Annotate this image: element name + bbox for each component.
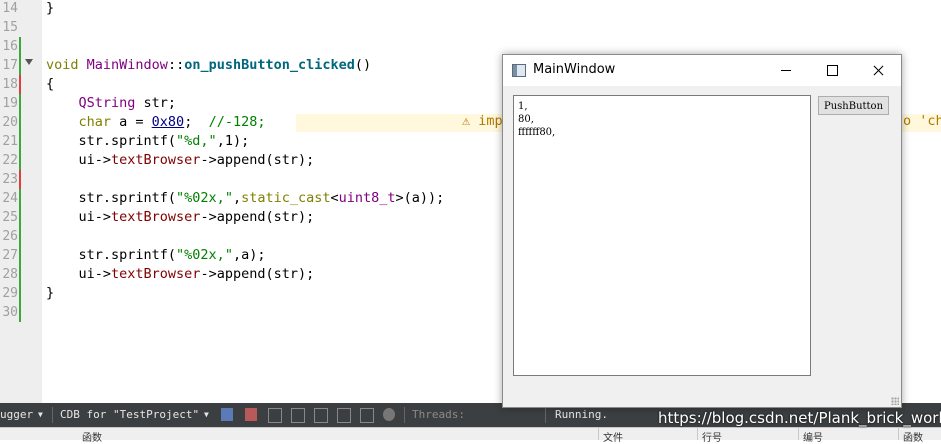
line-number[interactable]: 30 <box>0 303 18 322</box>
column-header-function-2[interactable]: 函数 <box>903 429 923 444</box>
change-marker <box>19 284 21 303</box>
change-marker <box>19 94 21 113</box>
code-line[interactable]: ui->textBrowser->append(str); <box>46 151 315 170</box>
separator <box>598 428 599 440</box>
line-number[interactable]: 14 <box>0 0 18 18</box>
code-line[interactable]: str.sprintf("%02x,",a); <box>46 246 266 265</box>
debug-start-icon[interactable] <box>221 408 233 421</box>
push-button[interactable]: PushButton <box>818 96 889 115</box>
engine-selector[interactable]: CDB for "TestProject" <box>60 408 199 421</box>
threads-label: Threads: <box>412 408 465 421</box>
minimize-button[interactable] <box>763 55 809 86</box>
column-header-line[interactable]: 行号 <box>702 429 722 444</box>
restart-icon[interactable] <box>337 408 351 423</box>
text-browser-line: ffffff80, <box>518 127 556 138</box>
separator <box>798 428 799 440</box>
line-number[interactable]: 15 <box>0 18 18 37</box>
column-header-number[interactable]: 编号 <box>803 429 823 444</box>
code-line[interactable]: } <box>46 0 54 18</box>
operate-icon[interactable] <box>360 408 374 423</box>
separator <box>545 407 546 423</box>
line-number[interactable]: 27 <box>0 246 18 265</box>
warning-text-right: o 'ch <box>903 113 941 129</box>
code-line[interactable]: str.sprintf("%02x,",static_cast<uint8_t>… <box>46 189 445 208</box>
code-line[interactable]: { <box>46 75 54 94</box>
main-window: MainWindow 1, 80, ffffff80, PushButton <box>502 54 902 408</box>
code-line[interactable]: str.sprintf("%d,",1); <box>46 132 250 151</box>
step-into-icon[interactable] <box>291 408 305 423</box>
engine-dropdown-icon[interactable]: ▼ <box>204 410 209 419</box>
change-marker <box>19 265 21 284</box>
change-marker <box>19 246 21 265</box>
text-browser-line: 80, <box>518 114 534 125</box>
line-number[interactable]: 26 <box>0 227 18 246</box>
change-marker <box>19 132 21 151</box>
code-line[interactable]: void MainWindow::on_pushButton_clicked() <box>46 56 371 75</box>
maximize-button[interactable] <box>809 55 855 86</box>
line-number[interactable]: 18 <box>0 75 18 94</box>
line-number[interactable]: 19 <box>0 94 18 113</box>
change-marker <box>19 303 21 322</box>
step-out-icon[interactable] <box>314 408 328 423</box>
code-line[interactable]: QString str; <box>46 94 177 113</box>
line-number[interactable]: 22 <box>0 151 18 170</box>
change-marker <box>19 189 21 208</box>
change-marker <box>19 151 21 170</box>
line-number[interactable]: 21 <box>0 132 18 151</box>
line-number[interactable]: 28 <box>0 265 18 284</box>
text-browser[interactable]: 1, 80, ffffff80, <box>513 95 811 376</box>
line-number[interactable]: 29 <box>0 284 18 303</box>
line-number[interactable]: 25 <box>0 208 18 227</box>
change-marker <box>19 208 21 227</box>
record-icon[interactable] <box>383 408 395 421</box>
line-number[interactable]: 17 <box>0 56 18 75</box>
window-title: MainWindow <box>533 62 616 77</box>
change-marker <box>19 113 21 132</box>
change-marker <box>19 56 21 75</box>
separator <box>404 407 405 423</box>
debug-status: Running. <box>555 408 608 421</box>
separator <box>52 407 53 423</box>
line-number[interactable]: 20 <box>0 113 18 132</box>
code-line[interactable]: char a = 0x80; //-128; <box>46 113 266 132</box>
debugger-label[interactable]: ugger <box>0 408 33 421</box>
column-header-function[interactable]: 函数 <box>82 429 102 444</box>
line-number[interactable]: 23 <box>0 170 18 189</box>
change-marker <box>19 227 21 246</box>
change-marker <box>19 75 21 94</box>
code-line[interactable]: ui->textBrowser->append(str); <box>46 208 315 227</box>
warning-icon: ⚠ imp <box>462 113 503 129</box>
debug-stop-icon[interactable] <box>245 408 257 421</box>
line-number[interactable]: 24 <box>0 189 18 208</box>
column-header-file[interactable]: 文件 <box>603 429 623 444</box>
close-button[interactable] <box>855 55 901 86</box>
watermark-text: https://blog.csdn.net/Plank_brick_work <box>658 409 941 427</box>
step-over-icon[interactable] <box>268 408 282 423</box>
change-marker <box>19 170 21 189</box>
window-titlebar[interactable]: MainWindow <box>503 55 901 86</box>
change-marker <box>19 37 21 56</box>
warning-text: ⚠ imp <box>462 113 503 129</box>
text-browser-line: 1, <box>518 101 528 112</box>
fold-arrow-icon[interactable] <box>25 59 33 65</box>
line-number[interactable]: 16 <box>0 37 18 56</box>
code-line[interactable]: ui->textBrowser->append(str); <box>46 265 315 284</box>
stack-view-header: 函数 文件 行号 编号 函数 <box>0 427 941 444</box>
code-line[interactable]: } <box>46 284 54 303</box>
app-window-icon <box>512 64 526 77</box>
separator <box>898 428 899 440</box>
size-grip-icon[interactable] <box>891 397 899 405</box>
dropdown-arrow-icon[interactable]: ▼ <box>38 410 43 419</box>
separator <box>697 428 698 440</box>
